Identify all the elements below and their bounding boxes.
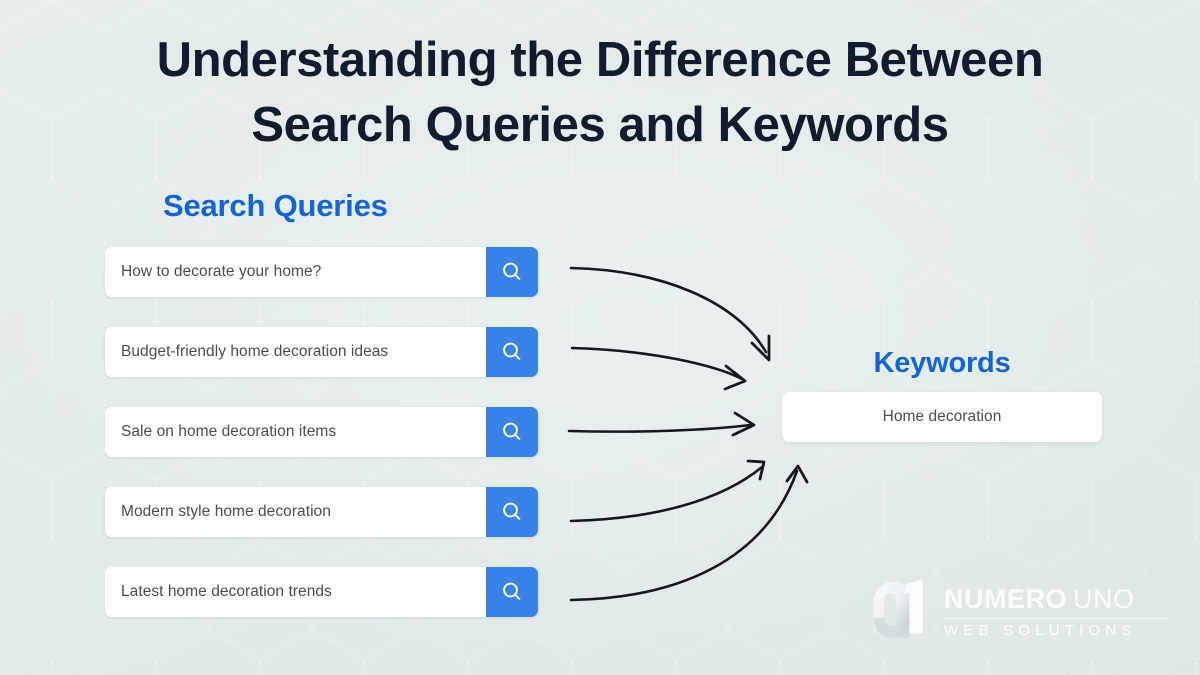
- search-query-row[interactable]: Budget-friendly home decoration ideas: [105, 327, 538, 377]
- arrow-head-5: [785, 464, 809, 484]
- logo-name-light: UNO: [1073, 584, 1135, 615]
- logo-divider: [944, 617, 1168, 619]
- arrow-path-5: [569, 469, 799, 602]
- logo-company-name: NUMERO UNO: [944, 585, 1168, 613]
- search-query-row[interactable]: Sale on home decoration items: [105, 407, 538, 457]
- search-button[interactable]: [486, 247, 538, 297]
- search-query-text: Budget-friendly home decoration ideas: [121, 343, 389, 360]
- search-query-text: Latest home decoration trends: [121, 583, 332, 600]
- arrow-head-1: [750, 334, 771, 362]
- arrow-path-4: [569, 465, 764, 523]
- arrow-head-4: [746, 459, 766, 481]
- keywords-heading: Keywords: [873, 347, 1011, 379]
- arrow-path-3: [567, 423, 752, 433]
- search-button[interactable]: [486, 487, 538, 537]
- search-button[interactable]: [486, 407, 538, 457]
- infographic-canvas: Understanding the Difference Between Sea…: [0, 0, 1200, 675]
- keyword-text: Home decoration: [882, 408, 1002, 425]
- brand-logo: NUMERO UNO WEB SOLUTIONS: [868, 572, 1168, 650]
- search-query-text: Modern style home decoration: [121, 503, 331, 520]
- search-query-row[interactable]: Modern style home decoration: [105, 487, 538, 537]
- search-icon: [503, 502, 521, 520]
- numero-uno-n-mark-icon: [873, 578, 923, 638]
- search-button[interactable]: [486, 567, 538, 617]
- logo-tagline: WEB SOLUTIONS: [944, 621, 1137, 639]
- search-icon: [503, 582, 521, 600]
- search-query-row[interactable]: How to decorate your home?: [105, 247, 538, 297]
- search-query-text: How to decorate your home?: [121, 263, 322, 280]
- search-query-row[interactable]: Latest home decoration trends: [105, 567, 538, 617]
- search-button[interactable]: [486, 327, 538, 377]
- arrow-path-2: [570, 346, 744, 381]
- search-icon: [503, 422, 521, 440]
- search-queries-heading: Search Queries: [163, 188, 388, 223]
- page-title: Understanding the Difference Between Sea…: [156, 33, 1044, 153]
- arrow-path-1: [569, 266, 768, 354]
- search-queries-list: How to decorate your home? Budget-friend…: [105, 247, 538, 647]
- search-icon: [503, 342, 521, 360]
- logo-wordmark: NUMERO UNO WEB SOLUTIONS: [944, 583, 1168, 639]
- logo-name-bold: NUMERO: [944, 584, 1067, 615]
- arrow-head-2: [723, 364, 747, 391]
- search-query-text: Sale on home decoration items: [121, 423, 337, 440]
- keyword-card[interactable]: Home decoration: [782, 392, 1102, 442]
- arrow-head-3: [731, 411, 756, 437]
- search-icon: [503, 262, 521, 280]
